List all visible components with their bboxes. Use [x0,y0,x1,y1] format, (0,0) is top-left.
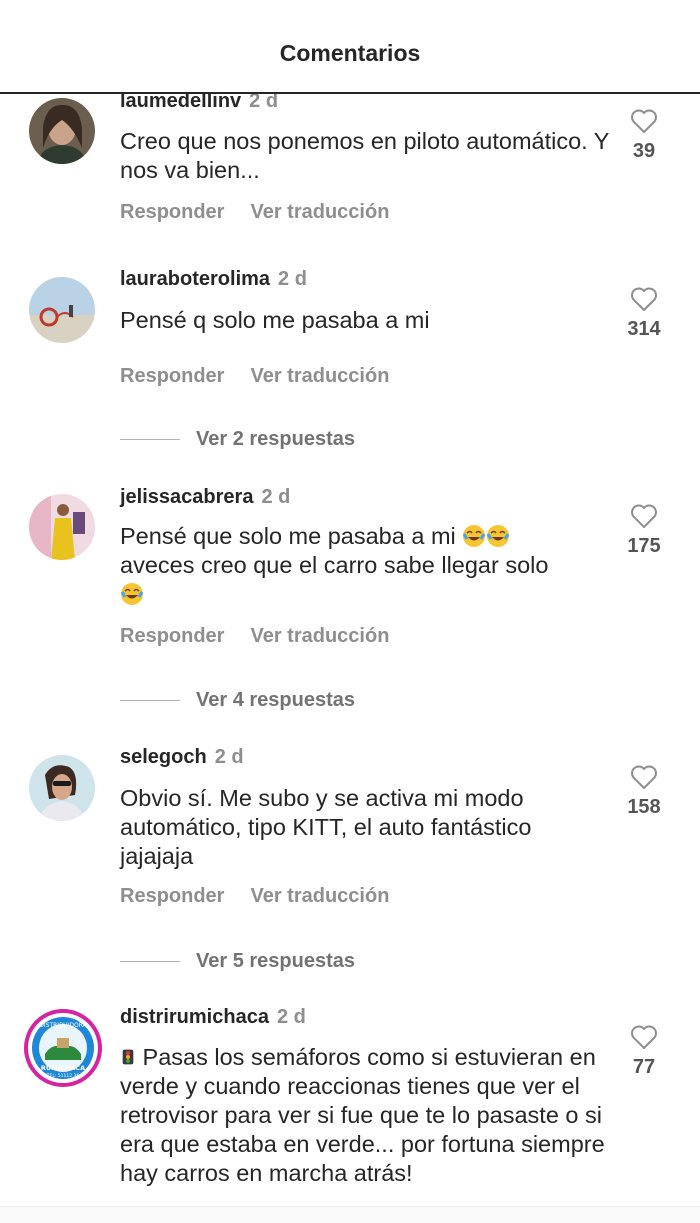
translate-button[interactable]: Ver traducción [250,885,389,907]
replies-divider [120,961,180,963]
comment-actions: Responder Ver traducción [120,885,415,908]
comment-text-body: Pasas los semáforos como si estuvieran e… [120,1044,605,1186]
translate-button[interactable]: Ver traducción [250,625,389,647]
reply-button[interactable]: Responder [120,625,224,647]
comment-actions: Responder Ver traducción [120,625,415,648]
view-replies-label: Ver 5 respuestas [196,950,355,972]
timestamp: 2 d [261,486,291,508]
heart-outline-icon[interactable] [630,503,658,529]
avatar[interactable] [29,277,95,343]
view-replies-label: Ver 4 respuestas [196,689,355,711]
username[interactable]: selegoch [120,746,207,768]
timestamp: 2 d [276,1006,306,1028]
bottom-bar [0,1206,700,1223]
like-control: 175 [620,503,668,558]
replies-divider [120,439,180,441]
translate-button[interactable]: Ver traducción [250,201,389,223]
comment-text-line: Pensé que solo me pasaba a mi [120,523,456,549]
like-control: 158 [620,764,668,819]
comment-header: jelissacabrera 2 d [120,486,290,509]
avatar-logo-text: DISTRIBUIDORA [39,1022,87,1029]
like-count: 175 [627,535,661,557]
comment-text: Pensé que solo me pasaba a mi aveces cre… [120,522,610,609]
page-title: Comentarios [279,40,421,66]
avatar-logo-text: RUMICHACA [41,1064,85,1072]
comment-header: lauraboterolima 2 d [120,268,307,291]
comment-text: Obvio sí. Me subo y se activa mi modo au… [120,785,532,869]
heart-outline-icon[interactable] [630,764,658,790]
like-control: 77 [620,1024,668,1079]
reply-button[interactable]: Responder [120,201,224,223]
comment-actions: Responder Ver traducción [120,201,415,224]
comment-header: distrirumichaca 2 d [120,1006,306,1029]
reply-button[interactable]: Responder [120,885,224,907]
comment-header: selegoch 2 d [120,746,244,769]
avatar[interactable] [29,494,95,560]
like-count: 314 [627,318,661,340]
like-count: 77 [632,1056,656,1078]
translate-button[interactable]: Ver traducción [250,365,389,387]
view-replies-label: Ver 2 respuestas [196,428,355,450]
avatar[interactable] [29,755,95,821]
comment-text: Creo que nos ponemos en piloto automátic… [120,128,610,183]
traffic-light-emoji [122,1049,134,1065]
username[interactable]: lauraboterolima [120,268,270,290]
comments-list[interactable]: laumedellinv 2 d Creo que nos ponemos en … [0,0,700,1222]
face-with-tears-of-joy-emoji [486,525,510,547]
reply-button[interactable]: Responder [120,365,224,387]
heart-outline-icon[interactable] [630,108,658,134]
heart-outline-icon[interactable] [630,286,658,312]
face-with-tears-of-joy-emoji [462,525,486,547]
replies-divider [120,700,180,702]
like-control: 314 [620,286,668,341]
heart-outline-icon[interactable] [630,1024,658,1050]
comment-text: Pensé q solo me pasaba a mi [120,307,430,333]
comment-text-line: aveces creo que el carro sabe llegar sol… [120,552,549,578]
avatar-logo-text: TEL: 51112 36 [46,1073,80,1079]
avatar[interactable] [29,98,95,164]
username[interactable]: distrirumichaca [120,1006,269,1028]
face-with-tears-of-joy-emoji [120,583,144,605]
like-count: 39 [632,140,656,162]
view-replies-button[interactable]: Ver 2 respuestas [120,428,355,451]
view-replies-button[interactable]: Ver 5 respuestas [120,950,355,973]
like-control: 39 [620,108,668,163]
top-bar: Comentarios [0,0,700,94]
timestamp: 2 d [278,268,307,290]
like-count: 158 [627,796,661,818]
comment-text: Pasas los semáforos como si estuvieran e… [120,1043,610,1188]
username[interactable]: jelissacabrera [120,486,253,508]
avatar[interactable]: DISTRIBUIDORA RUMICHACA TEL: 51112 36 [23,1008,103,1088]
timestamp: 2 d [214,746,244,768]
view-replies-button[interactable]: Ver 4 respuestas [120,689,355,712]
comment-actions: Responder Ver traducción [120,365,415,388]
